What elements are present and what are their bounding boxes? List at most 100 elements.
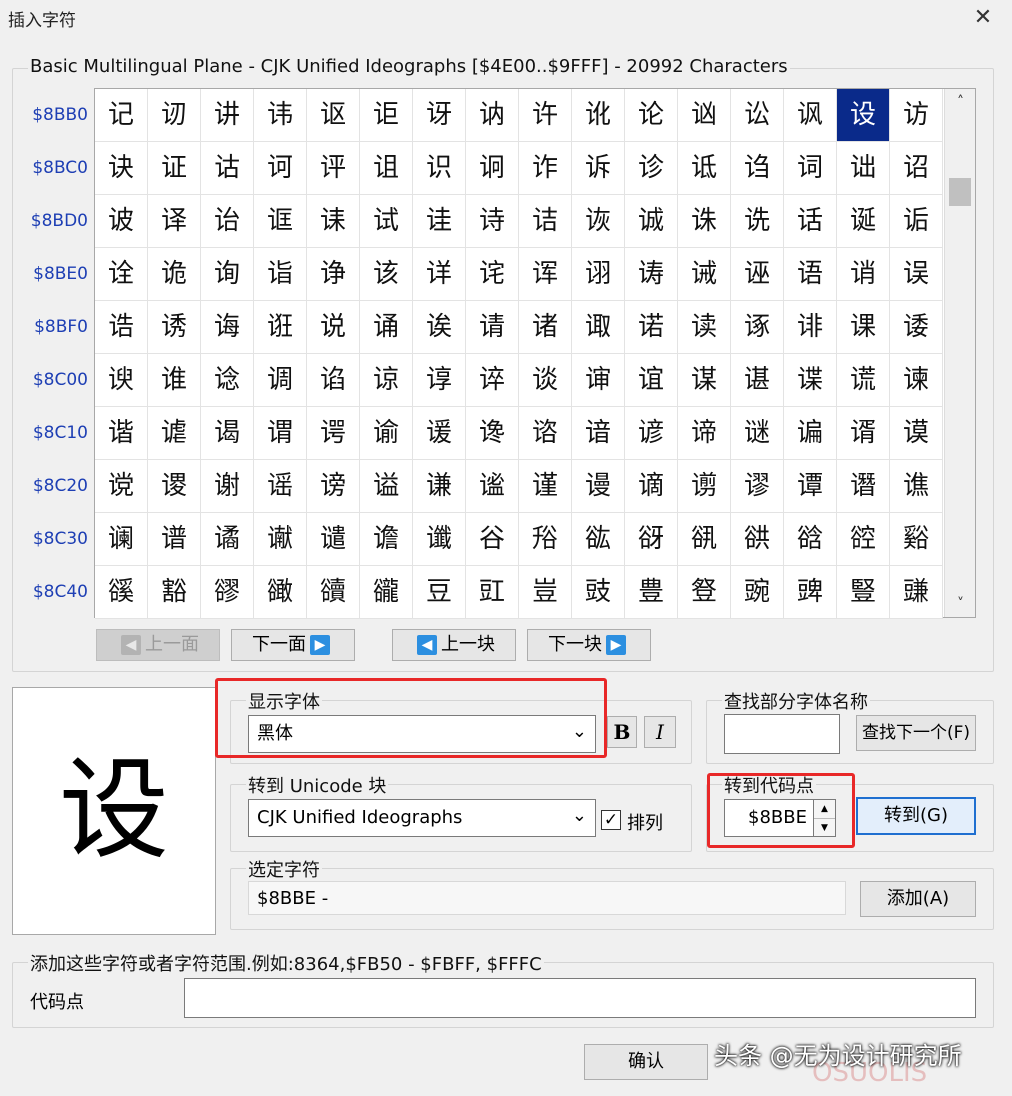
char-cell[interactable]: 豁 xyxy=(148,566,201,619)
char-cell[interactable]: 课 xyxy=(837,301,890,354)
scroll-down-icon[interactable]: ˅ xyxy=(945,591,976,617)
char-cell[interactable]: 词 xyxy=(784,142,837,195)
char-cell[interactable]: 谓 xyxy=(254,407,307,460)
char-cell[interactable]: 设 xyxy=(837,89,890,142)
unicode-block-select[interactable]: CJK Unified Ideographs ⌄ xyxy=(248,799,596,837)
char-cell[interactable]: 谘 xyxy=(519,407,572,460)
next-page-button[interactable]: 下一面 ▶ xyxy=(231,629,355,661)
char-cell[interactable]: 谮 xyxy=(837,460,890,513)
char-cell[interactable]: 论 xyxy=(625,89,678,142)
char-cell[interactable]: 话 xyxy=(784,195,837,248)
add-button[interactable]: 添加(A) xyxy=(860,881,976,917)
char-cell[interactable]: 诣 xyxy=(254,248,307,301)
char-cell[interactable]: 谠 xyxy=(95,460,148,513)
char-cell[interactable]: 豄 xyxy=(307,566,360,619)
char-cell[interactable]: 诈 xyxy=(519,142,572,195)
char-cell[interactable]: 诅 xyxy=(360,142,413,195)
char-cell[interactable]: 诟 xyxy=(890,195,943,248)
char-cell[interactable]: 诀 xyxy=(95,142,148,195)
char-cell[interactable]: 谌 xyxy=(731,354,784,407)
char-cell[interactable]: 讶 xyxy=(413,89,466,142)
next-block-button[interactable]: 下一块 ▶ xyxy=(527,629,651,661)
char-cell[interactable]: 诙 xyxy=(572,195,625,248)
char-cell[interactable]: 诨 xyxy=(519,248,572,301)
char-cell[interactable]: 谏 xyxy=(890,354,943,407)
char-cell[interactable]: 诖 xyxy=(413,195,466,248)
char-cell[interactable]: 诪 xyxy=(625,248,678,301)
char-cell[interactable]: 谞 xyxy=(837,407,890,460)
char-cell[interactable]: 谛 xyxy=(678,407,731,460)
char-cell[interactable]: 豏 xyxy=(890,566,943,619)
char-cell[interactable]: 谗 xyxy=(466,407,519,460)
char-cell[interactable]: 豊 xyxy=(625,566,678,619)
char-cell[interactable]: 说 xyxy=(307,301,360,354)
char-cell[interactable]: 谙 xyxy=(572,407,625,460)
char-cell[interactable]: 豍 xyxy=(784,566,837,619)
char-cell[interactable]: 豈 xyxy=(519,566,572,619)
char-cell[interactable]: 谹 xyxy=(572,513,625,566)
sort-checkbox[interactable]: ✓ xyxy=(601,810,621,830)
char-cell[interactable]: 讻 xyxy=(678,89,731,142)
scroll-up-icon[interactable]: ˄ xyxy=(945,89,976,115)
char-cell[interactable]: 豌 xyxy=(731,566,784,619)
char-cell[interactable]: 谧 xyxy=(466,460,519,513)
char-cell[interactable]: 谒 xyxy=(201,407,254,460)
char-cell[interactable]: 询 xyxy=(201,248,254,301)
char-cell[interactable]: 谋 xyxy=(678,354,731,407)
char-cell[interactable]: 讷 xyxy=(466,89,519,142)
prev-page-button[interactable]: ◀ 上一面 xyxy=(96,629,220,661)
char-cell[interactable]: 谭 xyxy=(784,460,837,513)
char-cell[interactable]: 讹 xyxy=(572,89,625,142)
char-cell[interactable]: 诳 xyxy=(254,301,307,354)
selected-chars-field[interactable]: $8BBE - xyxy=(248,881,846,915)
char-cell[interactable]: 谖 xyxy=(413,407,466,460)
char-cell[interactable]: 诹 xyxy=(572,301,625,354)
char-cell[interactable]: 豆 xyxy=(413,566,466,619)
char-cell[interactable]: 谝 xyxy=(784,407,837,460)
char-cell[interactable]: 请 xyxy=(466,301,519,354)
char-cell[interactable]: 诌 xyxy=(731,142,784,195)
char-cell[interactable]: 诘 xyxy=(519,195,572,248)
char-cell[interactable]: 诱 xyxy=(148,301,201,354)
char-cell[interactable]: 豃 xyxy=(254,566,307,619)
char-cell[interactable]: 讽 xyxy=(784,89,837,142)
char-cell[interactable]: 谢 xyxy=(201,460,254,513)
char-cell[interactable]: 译 xyxy=(148,195,201,248)
char-cell[interactable]: 诉 xyxy=(572,142,625,195)
char-cell[interactable]: 诓 xyxy=(254,195,307,248)
char-cell[interactable]: 豀 xyxy=(95,566,148,619)
char-cell[interactable]: 谱 xyxy=(148,513,201,566)
char-cell[interactable]: 该 xyxy=(360,248,413,301)
goto-button[interactable]: 转到(G) xyxy=(856,797,976,835)
char-cell[interactable]: 诫 xyxy=(678,248,731,301)
char-cell[interactable]: 谀 xyxy=(95,354,148,407)
char-cell[interactable]: 谚 xyxy=(625,407,678,460)
char-cell[interactable]: 诰 xyxy=(95,301,148,354)
find-font-input[interactable] xyxy=(724,714,840,754)
char-cell[interactable]: 豇 xyxy=(466,566,519,619)
char-cell[interactable]: 谁 xyxy=(148,354,201,407)
char-cell[interactable]: 识 xyxy=(413,142,466,195)
char-cell[interactable]: 谉 xyxy=(572,354,625,407)
char-cell[interactable]: 谿 xyxy=(890,513,943,566)
char-cell[interactable]: 豎 xyxy=(837,566,890,619)
char-cell[interactable]: 诮 xyxy=(837,248,890,301)
char-cell[interactable]: 诼 xyxy=(731,301,784,354)
char-cell[interactable]: 诲 xyxy=(201,301,254,354)
char-cell[interactable]: 讳 xyxy=(254,89,307,142)
char-cell[interactable]: 读 xyxy=(678,301,731,354)
char-cell[interactable]: 诞 xyxy=(837,195,890,248)
char-cell[interactable]: 谵 xyxy=(360,513,413,566)
ok-button[interactable]: 确认 xyxy=(584,1044,708,1080)
char-cell[interactable]: 诗 xyxy=(466,195,519,248)
char-cell[interactable]: 谂 xyxy=(201,354,254,407)
char-cell[interactable]: 诊 xyxy=(625,142,678,195)
char-cell[interactable]: 豂 xyxy=(201,566,254,619)
italic-button[interactable]: I xyxy=(644,716,676,748)
char-cell[interactable]: 讴 xyxy=(307,89,360,142)
char-cell[interactable]: 谪 xyxy=(625,460,678,513)
char-cell[interactable]: 谫 xyxy=(678,460,731,513)
char-cell[interactable]: 诩 xyxy=(572,248,625,301)
char-cell[interactable]: 讵 xyxy=(360,89,413,142)
char-cell[interactable]: 诚 xyxy=(625,195,678,248)
